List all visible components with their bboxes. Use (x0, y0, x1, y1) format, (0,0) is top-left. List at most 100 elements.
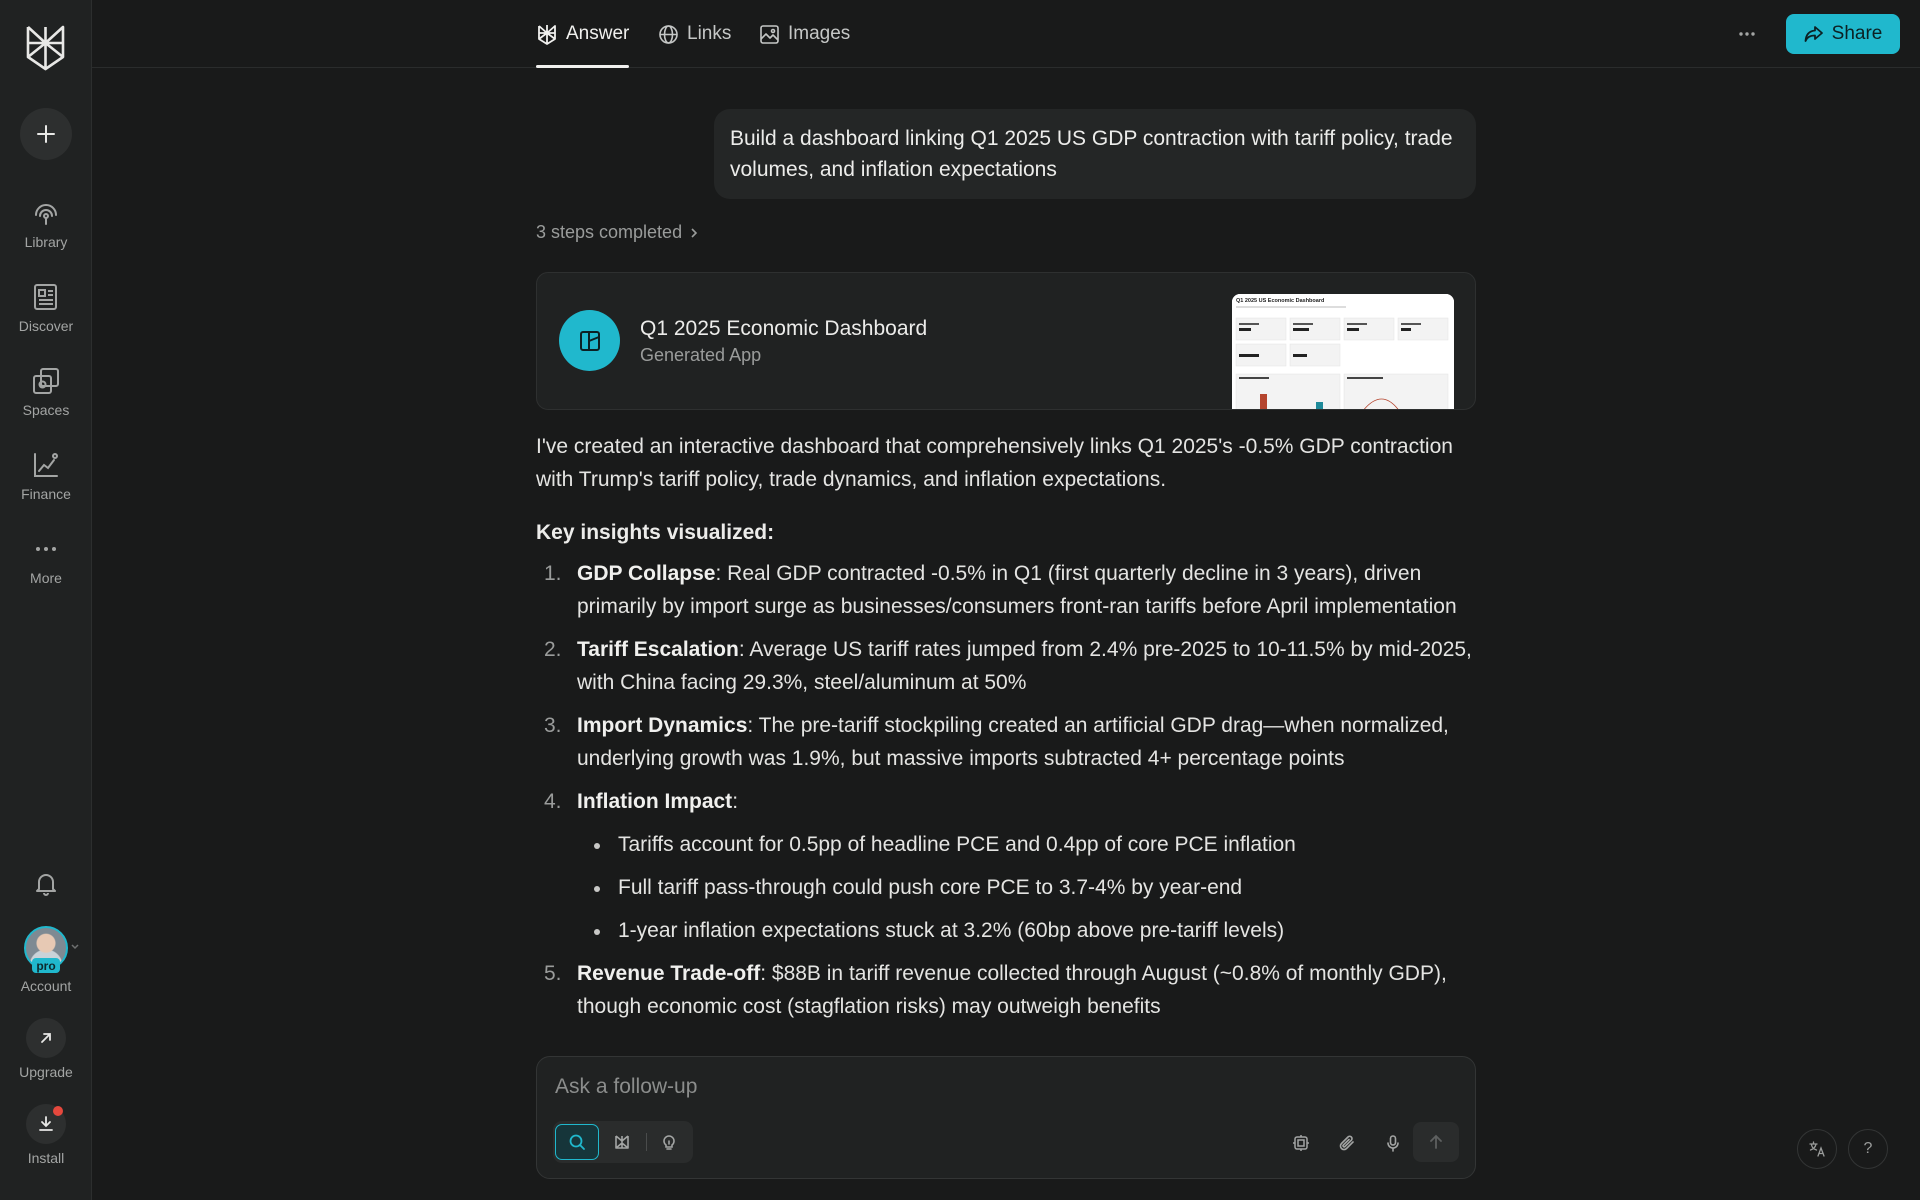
arrow-up-right-icon (39, 1031, 53, 1045)
list-number: 3. (544, 714, 562, 737)
tab-label: Answer (566, 23, 630, 44)
perplexity-logo[interactable] (24, 24, 67, 71)
newspaper-icon (31, 282, 61, 312)
plus-icon (35, 123, 57, 145)
sidebar-item-finance[interactable]: Finance (0, 450, 92, 502)
answer-icon (536, 23, 558, 45)
share-button[interactable]: Share (1786, 14, 1900, 54)
share-label: Share (1831, 23, 1883, 44)
chart-icon (31, 450, 61, 480)
list-item: 1. GDP Collapse: Real GDP contracted -0.5… (536, 557, 1476, 623)
list-item: 5. Revenue Trade-off: $88B in tariff reve… (536, 957, 1476, 1023)
bullet-item: Tariffs account for 0.5pp of headline PC… (577, 828, 1476, 861)
bullet-item: Full tariff pass-through could push core… (577, 871, 1476, 904)
insight-text: : (732, 790, 739, 813)
translate-icon (1808, 1140, 1826, 1158)
list-number: 1. (544, 562, 562, 585)
sidebar-item-label: Finance (21, 486, 71, 502)
steps-completed-toggle[interactable]: 3 steps completed (536, 222, 700, 243)
bell-icon[interactable] (33, 871, 59, 897)
inflation-bullets: Tariffs account for 0.5pp of headline PC… (577, 828, 1476, 947)
answer-content: I've created an interactive dashboard th… (536, 430, 1476, 1033)
send-button[interactable] (1413, 1122, 1459, 1162)
labs-mode-button[interactable] (647, 1124, 691, 1160)
thumbnail-title: Q1 2025 US Economic Dashboard (1236, 298, 1324, 304)
tab-images[interactable]: Images (759, 0, 850, 68)
sidebar: Library Discover Spaces Finance More pro… (0, 0, 92, 1200)
dictation-button[interactable] (1379, 1129, 1407, 1157)
follow-up-input[interactable] (555, 1069, 1435, 1105)
labs-bulb-icon (660, 1133, 678, 1151)
download-icon (37, 1115, 55, 1133)
chevron-right-icon (688, 227, 700, 239)
steps-label: 3 steps completed (536, 222, 683, 242)
list-item: 4. Inflation Impact: Tariffs account for … (536, 785, 1476, 947)
generated-app-card[interactable]: Q1 2025 Economic Dashboard Generated App… (536, 272, 1476, 410)
image-icon (759, 24, 780, 45)
model-selector-button[interactable] (1287, 1129, 1315, 1157)
research-icon (613, 1133, 631, 1151)
insights-heading: Key insights visualized: (536, 521, 775, 544)
sidebar-item-label: Spaces (22, 402, 70, 418)
search-mode-button[interactable] (555, 1124, 599, 1160)
help-button[interactable]: ? (1848, 1129, 1888, 1169)
sidebar-item-library[interactable]: Library (0, 198, 92, 250)
app-layout-icon (559, 310, 620, 371)
sidebar-item-label: Discover (18, 318, 74, 334)
search-mode-selector (553, 1121, 693, 1163)
app-thumbnail: Q1 2025 US Economic Dashboard (1232, 294, 1454, 409)
app-subtitle: Generated App (640, 345, 762, 365)
more-dots-icon (31, 534, 61, 564)
list-number: 4. (544, 790, 562, 813)
sidebar-item-more[interactable]: More (0, 534, 92, 586)
search-icon (568, 1133, 586, 1151)
sidebar-item-spaces[interactable]: Spaces (0, 366, 92, 418)
account-label: Account (20, 978, 72, 994)
list-number: 5. (544, 962, 562, 985)
account-button[interactable]: pro Account (0, 926, 92, 994)
attach-button[interactable] (1333, 1129, 1361, 1157)
pro-badge: pro (32, 958, 60, 973)
spaces-icon (31, 366, 61, 396)
research-mode-button[interactable] (600, 1124, 644, 1160)
globe-icon (658, 24, 679, 45)
tab-links[interactable]: Links (658, 0, 731, 68)
bullet-item: 1-year inflation expectations stuck at 3… (577, 914, 1476, 947)
arrow-up-icon (1428, 1134, 1444, 1150)
help-label: ? (1863, 1140, 1873, 1157)
chevron-down-icon (70, 942, 80, 952)
tab-answer[interactable]: Answer (536, 0, 630, 68)
sidebar-item-discover[interactable]: Discover (0, 282, 92, 334)
insight-title: Inflation Impact (577, 790, 733, 813)
user-query: Build a dashboard linking Q1 2025 US GDP… (714, 109, 1476, 199)
insight-title: Revenue Trade-off (577, 962, 761, 985)
tab-label: Links (687, 23, 732, 44)
list-item: 3. Import Dynamics: The pre-tariff stockp… (536, 709, 1476, 775)
answer-intro: I've created an interactive dashboard th… (536, 435, 1453, 491)
translate-button[interactable] (1797, 1129, 1837, 1169)
upgrade-button[interactable]: Upgrade (0, 1018, 92, 1080)
insights-list: 1. GDP Collapse: Real GDP contracted -0.5… (536, 557, 1476, 1023)
new-thread-button[interactable] (20, 108, 72, 160)
install-label: Install (27, 1150, 65, 1166)
model-chip-icon (1292, 1134, 1310, 1152)
notification-dot (53, 1106, 63, 1116)
app-title: Q1 2025 Economic Dashboard (640, 317, 928, 340)
insight-title: Tariff Escalation (577, 638, 739, 661)
insight-title: Import Dynamics (577, 714, 748, 737)
sidebar-item-label: More (30, 570, 62, 586)
follow-up-composer (536, 1056, 1476, 1179)
paperclip-icon (1338, 1134, 1356, 1152)
microphone-icon (1384, 1134, 1402, 1152)
sidebar-item-label: Library (24, 234, 68, 250)
more-options-icon[interactable] (1734, 22, 1760, 46)
list-number: 2. (544, 638, 562, 661)
insight-title: GDP Collapse (577, 562, 716, 585)
top-bar: Answer Links Images Share (92, 0, 1920, 68)
tab-label: Images (788, 23, 851, 44)
upgrade-label: Upgrade (19, 1064, 73, 1080)
library-icon (31, 198, 61, 228)
share-icon (1804, 25, 1824, 43)
install-button[interactable]: Install (0, 1104, 92, 1166)
list-item: 2. Tariff Escalation: Average US tariff r… (536, 633, 1476, 699)
